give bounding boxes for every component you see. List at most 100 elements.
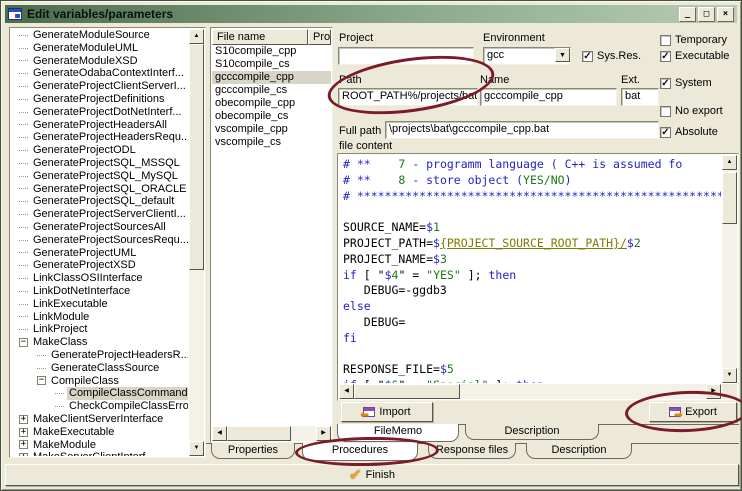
file-row[interactable]: vscompile_cs	[212, 136, 331, 149]
environment-combo[interactable]: gcc ▼	[483, 47, 571, 65]
project-input[interactable]	[338, 47, 474, 65]
content-scroll-left-icon[interactable]: ◀	[339, 384, 354, 399]
content-hscroll-thumb[interactable]	[354, 384, 460, 399]
tab-filememo[interactable]: FileMemo	[337, 424, 459, 442]
checkbox-no-export[interactable]: No export	[660, 105, 723, 117]
content-scroll-down-icon[interactable]: ▼	[722, 368, 737, 383]
column-header-file-name[interactable]: File name	[212, 29, 308, 45]
tab-procedures[interactable]: Procedures	[302, 443, 418, 461]
tree-item[interactable]: GenerateProjectServerClientI...	[11, 208, 188, 221]
import-button[interactable]: ⬅ Import	[341, 402, 433, 422]
dropdown-arrow-icon[interactable]: ▼	[555, 48, 570, 62]
tree-item[interactable]: LinkProject	[11, 323, 188, 336]
content-scroll-up-icon[interactable]: ▲	[722, 155, 737, 170]
tree-item[interactable]: GenerateProjectSourcesRequ...	[11, 234, 188, 247]
content-vscroll-thumb[interactable]	[722, 172, 737, 224]
tree-item[interactable]: LinkModule	[11, 311, 188, 324]
tree-item[interactable]: CheckCompileClassError	[11, 400, 188, 413]
system-checkbox-box[interactable]: ✓	[660, 78, 671, 89]
ext-input[interactable]: bat	[621, 88, 659, 106]
tree-item[interactable]: +MakeClientServerInterface	[11, 413, 188, 426]
tree-item[interactable]: +MakeServerClientInterf...	[11, 451, 188, 456]
checkbox-sysres[interactable]: ✓ Sys.Res.	[582, 50, 641, 62]
file-row[interactable]: obecompile_cpp	[212, 97, 331, 110]
expand-icon[interactable]: +	[19, 453, 28, 456]
expand-icon[interactable]: +	[19, 440, 28, 449]
file-row[interactable]: gcccompile_cs	[212, 84, 331, 97]
tree-scroll-up-icon[interactable]: ▲	[189, 29, 204, 44]
tree-item[interactable]: −CompileClass	[11, 375, 188, 388]
checkbox-executable[interactable]: ✓ Executable	[660, 50, 729, 62]
tree-item[interactable]: GenerateModuleSource	[11, 29, 188, 42]
file-list-scroll-thumb[interactable]	[227, 426, 291, 441]
tab-properties[interactable]: Properties	[211, 443, 295, 459]
file-list-scroll-right-icon[interactable]: ▶	[316, 426, 331, 441]
tree-item[interactable]: GenerateProjectClientServerI...	[11, 80, 188, 93]
sysres-checkbox-box[interactable]: ✓	[582, 51, 593, 62]
tree-item[interactable]: LinkClassOSIInterface	[11, 272, 188, 285]
tree-item[interactable]: GenerateOdabaContextInterf...	[11, 67, 188, 80]
checkbox-system[interactable]: ✓ System	[660, 77, 712, 89]
file-content-text[interactable]: # ** 7 - programm language ( C++ is assu…	[339, 155, 721, 383]
collapse-icon[interactable]: −	[19, 338, 28, 347]
file-list[interactable]: File name Pro S10compile_cppS10compile_c…	[210, 27, 333, 443]
name-input[interactable]: gcccompile_cpp	[480, 88, 617, 106]
checkbox-temporary[interactable]: Temporary	[660, 34, 727, 46]
collapse-icon[interactable]: −	[37, 376, 46, 385]
tree-item[interactable]: GenerateProjectSQL_ORACLE	[11, 183, 188, 196]
tree-item[interactable]: GenerateProjectDefinitions	[11, 93, 188, 106]
tab-response-files[interactable]: Response files	[428, 443, 516, 459]
column-header-procedure[interactable]: Pro	[308, 29, 331, 45]
file-row[interactable]: obecompile_cs	[212, 110, 331, 123]
file-row[interactable]: S10compile_cs	[212, 58, 331, 71]
titlebar[interactable]: Edit variables/parameters _ □ ×	[5, 5, 737, 23]
maximize-button[interactable]: □	[698, 7, 715, 22]
tree-item[interactable]: LinkDotNetInterface	[11, 285, 188, 298]
export-button[interactable]: ➡ Export	[649, 402, 737, 422]
executable-checkbox-box[interactable]: ✓	[660, 51, 671, 62]
file-row[interactable]: vscompile_cpp	[212, 123, 331, 136]
tree-item[interactable]: −MakeClass	[11, 336, 188, 349]
tree-item[interactable]: GenerateProjectHeadersR...	[11, 349, 188, 362]
tab-description[interactable]: Description	[465, 424, 599, 440]
tree-item[interactable]: +MakeExecutable	[11, 426, 188, 439]
tree-item[interactable]: CompileClassCommand	[11, 387, 188, 400]
tree-item[interactable]: GenerateProjectXSD	[11, 259, 188, 272]
minimize-button[interactable]: _	[679, 7, 696, 22]
finish-button[interactable]: ✔ Finish	[5, 464, 739, 486]
tree-item[interactable]: GenerateProjectHeadersAll	[11, 119, 188, 132]
tree-item[interactable]: GenerateProjectUML	[11, 247, 188, 260]
tree-scroll-thumb[interactable]	[189, 44, 204, 270]
tree-item[interactable]: LinkExecutable	[11, 298, 188, 311]
tree-item[interactable]: GenerateProjectSQL_MySQL	[11, 170, 188, 183]
path-input[interactable]: ROOT_PATH%/projects/bat	[338, 88, 478, 106]
file-content-area[interactable]: # ** 7 - programm language ( C++ is assu…	[337, 153, 739, 401]
file-content-label: file content	[339, 140, 392, 152]
expand-icon[interactable]: +	[19, 428, 28, 437]
tree-connector	[19, 137, 28, 138]
tab-description[interactable]: Description	[526, 443, 632, 459]
tree-item[interactable]: +MakeModule	[11, 439, 188, 452]
tree-view[interactable]: GenerateModuleSourceGenerateModuleUMLGen…	[9, 27, 206, 458]
no-export-checkbox-box[interactable]	[660, 106, 671, 117]
checkbox-absolute[interactable]: ✓ Absolute	[660, 126, 718, 138]
absolute-checkbox-box[interactable]: ✓	[660, 127, 671, 138]
full-path-input[interactable]: \projects\bat\gcccompile_cpp.bat	[385, 121, 659, 139]
tree-item[interactable]: GenerateProjectODL	[11, 144, 188, 157]
file-list-scroll-left-icon[interactable]: ◀	[212, 426, 227, 441]
expand-icon[interactable]: +	[19, 415, 28, 424]
tree-scroll-down-icon[interactable]: ▼	[189, 441, 204, 456]
tree-item[interactable]: GenerateProjectSQL_default	[11, 195, 188, 208]
tree-item[interactable]: GenerateProjectHeadersRequ...	[11, 131, 188, 144]
close-button[interactable]: ×	[717, 7, 734, 22]
content-scroll-right-icon[interactable]: ▶	[706, 384, 721, 399]
tree-item[interactable]: GenerateProjectSourcesAll	[11, 221, 188, 234]
tree-item[interactable]: GenerateModuleUML	[11, 42, 188, 55]
tree-item[interactable]: GenerateModuleXSD	[11, 55, 188, 68]
tree-item[interactable]: GenerateProjectSQL_MSSQL	[11, 157, 188, 170]
file-row[interactable]: S10compile_cpp	[212, 45, 331, 58]
tree-item[interactable]: GenerateClassSource	[11, 362, 188, 375]
tree-item[interactable]: GenerateProjectDotNetInterf...	[11, 106, 188, 119]
temporary-checkbox-box[interactable]	[660, 35, 671, 46]
file-row[interactable]: gcccompile_cpp	[212, 71, 331, 84]
